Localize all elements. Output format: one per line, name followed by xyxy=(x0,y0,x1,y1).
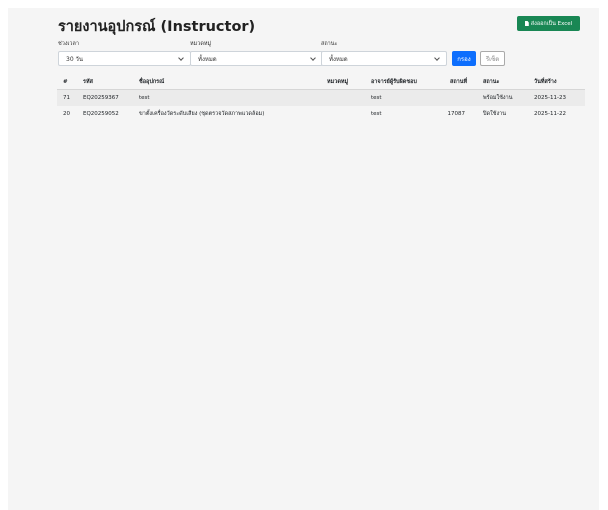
category-value: ทั้งหมด xyxy=(198,55,217,63)
export-excel-label: ส่งออกเป็น Excel xyxy=(530,20,573,27)
column-header[interactable]: วันที่สร้าง xyxy=(534,74,557,89)
chevron-down-icon xyxy=(310,54,316,61)
column-header[interactable]: รหัส xyxy=(83,74,93,89)
reset-button[interactable]: รีเซ็ต xyxy=(480,51,505,66)
equipment-category xyxy=(325,90,351,106)
equipment-table: # รหัส ชื่ออุปกรณ์ หมวดหมู่ อาจารย์ผู้รั… xyxy=(57,74,585,122)
equipment-category xyxy=(325,106,351,122)
period-select[interactable]: 30 วัน xyxy=(58,51,191,66)
equipment-name: ขาตั้งเครื่องวัดระดับเสียง (ชุดตรวจวัดสภ… xyxy=(139,111,265,117)
chevron-down-icon xyxy=(434,54,440,61)
status-value: ทั้งหมด xyxy=(329,55,348,63)
status-label: สถานะ xyxy=(321,41,338,47)
responsible-instructor: test xyxy=(371,111,382,117)
table-header-row: # รหัส ชื่ออุปกรณ์ หมวดหมู่ อาจารย์ผู้รั… xyxy=(57,74,585,90)
page-background: รายงานอุปกรณ์ (Instructor) ส่งออกเป็น Ex… xyxy=(8,8,599,510)
column-header[interactable]: สถานที่ xyxy=(450,74,467,89)
equipment-code: EQ20259367 xyxy=(83,95,119,101)
export-excel-button[interactable]: ส่งออกเป็น Excel xyxy=(517,16,580,31)
status-select[interactable]: ทั้งหมด xyxy=(321,51,447,66)
category-label: หมวดหมู่ xyxy=(190,41,212,47)
column-header[interactable]: อาจารย์ผู้รับผิดชอบ xyxy=(371,74,417,89)
filter-button[interactable]: กรอง xyxy=(452,51,476,66)
category-select[interactable]: ทั้งหมด xyxy=(190,51,323,66)
created-date: 2025-11-23 xyxy=(534,95,566,101)
row-number: 71 xyxy=(63,95,70,101)
column-header[interactable]: สถานะ xyxy=(483,74,500,89)
responsible-instructor: test xyxy=(371,95,382,101)
file-icon xyxy=(524,21,529,26)
equipment-location xyxy=(437,90,465,106)
chevron-down-icon xyxy=(178,54,184,61)
page-title: รายงานอุปกรณ์ (Instructor) xyxy=(58,19,256,35)
table-row[interactable]: 20 EQ20259052 ขาตั้งเครื่องวัดระดับเสียง… xyxy=(57,106,585,122)
equipment-status: ปิดใช้งาน xyxy=(483,111,507,117)
equipment-location: 17087 xyxy=(447,111,466,117)
column-header[interactable]: ชื่ออุปกรณ์ xyxy=(139,74,164,89)
period-value: 30 วัน xyxy=(66,55,84,63)
equipment-code: EQ20259052 xyxy=(83,111,119,117)
period-label: ช่วงเวลา xyxy=(58,41,79,47)
row-number: 20 xyxy=(63,111,70,117)
column-header[interactable]: หมวดหมู่ xyxy=(327,74,348,89)
created-date: 2025-11-22 xyxy=(534,111,566,117)
table-row[interactable]: 71 EQ20259367 test test พร้อมใช้งาน 2025… xyxy=(57,90,585,106)
equipment-status: พร้อมใช้งาน xyxy=(483,95,513,101)
equipment-name: test xyxy=(139,95,150,101)
column-header[interactable]: # xyxy=(63,74,68,89)
